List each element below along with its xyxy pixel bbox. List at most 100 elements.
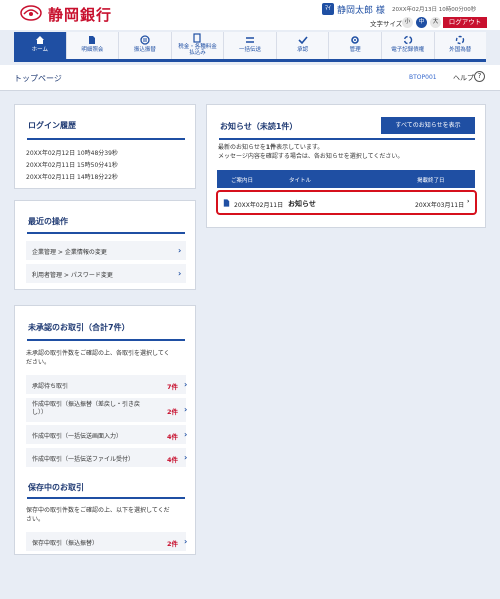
text-size-small-button[interactable]: 小 bbox=[402, 17, 413, 28]
pending-item[interactable]: 作成中取引（一括伝送画面入力） 4件 › bbox=[26, 425, 188, 444]
page-title: トップページ bbox=[14, 74, 62, 83]
nav-transfer[interactable]: 振込振替 bbox=[119, 32, 172, 59]
pending-description-line1: 未承認の取引件数をご確認の上、各取引を選択してく bbox=[26, 350, 170, 357]
chevron-right-icon: › bbox=[184, 380, 188, 389]
pending-item-label: 作成中取引（一括伝送ファイル受付） bbox=[32, 456, 135, 463]
column-header-title: タイトル bbox=[289, 178, 312, 184]
nav-statements[interactable]: 明細照会 bbox=[67, 32, 120, 59]
saved-item[interactable]: 保存中取引（振込振替） 2件 › bbox=[26, 532, 188, 551]
nav-label: 振込振替 bbox=[133, 47, 156, 53]
user-name: 静岡太郎 様 bbox=[337, 6, 385, 16]
nav-admin[interactable]: 管理 bbox=[329, 32, 382, 59]
text-size-large-button[interactable]: 大 bbox=[430, 17, 441, 28]
notices-title: お知らせ（未読1件） bbox=[220, 122, 298, 131]
divider bbox=[27, 138, 185, 140]
chevron-right-icon: › bbox=[178, 246, 182, 255]
pending-item[interactable]: 作成中取引（振込振替（差戻し・引き戻 し）） 2件 › bbox=[26, 398, 188, 422]
document-icon bbox=[89, 36, 96, 44]
login-history-entry: 20XX年02月12日 10時48分39秒 bbox=[26, 150, 118, 157]
text-size-medium-button[interactable]: 中 bbox=[416, 17, 427, 28]
page-header: トップページ BTOP001 ヘルプ ? bbox=[0, 65, 500, 91]
nav-label: 一括伝送 bbox=[239, 47, 262, 53]
saved-description-line2: さい。 bbox=[26, 516, 45, 523]
chevron-right-icon: › bbox=[184, 537, 188, 546]
bank-logo-icon bbox=[20, 5, 42, 21]
pending-transactions-title: 未承認のお取引（合計7件） bbox=[28, 323, 130, 332]
column-header-date: ご案内日 bbox=[231, 178, 254, 184]
text-size-label: 文字サイズ bbox=[370, 20, 403, 28]
nav-label: 外国為替 bbox=[449, 47, 472, 53]
batch-icon bbox=[246, 37, 255, 43]
recent-operation-label: 企業管理 > 企業情報の変更 bbox=[32, 249, 107, 256]
saved-description-line1: 保存中の取引件数をご確認の上、以下を選択してくだ bbox=[26, 507, 170, 514]
document-icon bbox=[223, 199, 230, 207]
help-link[interactable]: ヘルプ bbox=[453, 73, 474, 83]
nav-approve[interactable]: 承認 bbox=[277, 32, 330, 59]
nav-label: 電子記録債権 bbox=[391, 47, 425, 53]
pending-item-label: 承認待ち取引 bbox=[32, 383, 69, 390]
pending-description-line2: ださい。 bbox=[26, 359, 51, 366]
notices-description-line2: メッセージ内容を確認する場合は、各お知らせを選択してください。 bbox=[218, 153, 404, 160]
recent-operation-item[interactable]: 企業管理 > 企業情報の変更 › bbox=[26, 241, 186, 260]
login-history-entry: 20XX年02月11日 15時50分41秒 bbox=[26, 162, 118, 169]
login-history-entry: 20XX年02月11日 14時18分22秒 bbox=[26, 174, 118, 181]
home-icon bbox=[35, 36, 44, 44]
chevron-right-icon: › bbox=[184, 430, 188, 439]
nav-batch[interactable]: 一括伝送 bbox=[224, 32, 277, 59]
tax-icon bbox=[193, 33, 202, 43]
nav-label: 承認 bbox=[297, 47, 309, 53]
notices-description: 最新のお知らせを1件表示しています。 メッセージ内容を確認する場合は、各お知らせ… bbox=[218, 143, 403, 161]
nav-forex[interactable]: 外国為替 bbox=[435, 32, 487, 59]
nav-label: 税金・各種料金 払込み bbox=[172, 44, 224, 56]
nav-label: 明細照会 bbox=[81, 47, 104, 53]
recent-operation-label: 利用者管理 > パスワード変更 bbox=[32, 272, 113, 279]
global-nav: ホーム 明細照会 振込振替 税金・各種料金 払込み 一括伝送 承認 管理 電子記… bbox=[14, 32, 486, 62]
login-history-title: ログイン履歴 bbox=[28, 121, 76, 130]
notices-description-line1: 最新のお知らせを1件表示しています。 bbox=[218, 143, 403, 152]
login-history-panel: ログイン履歴 20XX年02月12日 10時48分39秒 20XX年02月11日… bbox=[14, 104, 196, 189]
help-icon[interactable]: ? bbox=[474, 71, 485, 82]
pending-item-label: 作成中取引（一括伝送画面入力） bbox=[32, 433, 123, 440]
pending-transactions-panel: 未承認のお取引（合計7件） 未承認の取引件数をご確認の上、各取引を選択してく だ… bbox=[14, 305, 196, 555]
nav-tax-payment[interactable]: 税金・各種料金 払込み bbox=[172, 32, 225, 59]
notice-row[interactable]: 20XX年02月11日 お知らせ 20XX年03月11日 › bbox=[216, 190, 477, 215]
recent-operation-item[interactable]: 利用者管理 > パスワード変更 › bbox=[26, 264, 186, 283]
recent-operations-panel: 最近の操作 企業管理 > 企業情報の変更 › 利用者管理 > パスワード変更 › bbox=[14, 200, 196, 290]
chevron-right-icon: › bbox=[467, 198, 470, 205]
notice-end-date: 20XX年03月11日 bbox=[415, 202, 465, 209]
pending-item[interactable]: 作成中取引（一括伝送ファイル受付） 4件 › bbox=[26, 448, 188, 467]
chevron-right-icon: › bbox=[184, 453, 188, 462]
pending-item-count: 4件 bbox=[167, 433, 179, 441]
forex-icon bbox=[456, 35, 465, 45]
column-header-end-date: 掲載終了日 bbox=[417, 178, 445, 184]
pending-item-count: 2件 bbox=[167, 408, 179, 416]
pending-item-count: 7件 bbox=[167, 383, 179, 391]
notice-date: 20XX年02月11日 bbox=[234, 202, 284, 209]
top-header: 静岡銀行 ﾏｲ 静岡太郎 様 20XX年02月13日 10時00分00秒 文字サ… bbox=[0, 0, 500, 30]
nav-label: ホーム bbox=[31, 47, 48, 53]
notices-description-pre: 最新のお知らせを bbox=[218, 144, 266, 151]
last-login-time: 20XX年02月13日 10時00分00秒 bbox=[392, 7, 477, 13]
transfer-icon bbox=[140, 35, 150, 45]
divider bbox=[219, 138, 475, 140]
chevron-right-icon: › bbox=[184, 405, 188, 414]
chevron-right-icon: › bbox=[178, 269, 182, 278]
logout-button[interactable]: ログアウト bbox=[443, 17, 487, 28]
divider bbox=[27, 232, 185, 234]
saved-item-count: 2件 bbox=[167, 540, 179, 548]
nav-electronic-claims[interactable]: 電子記録債権 bbox=[382, 32, 435, 59]
user-type-badge: ﾏｲ bbox=[322, 3, 334, 15]
recent-operations-title: 最近の操作 bbox=[28, 217, 68, 226]
bank-name: 静岡銀行 bbox=[48, 6, 113, 24]
divider bbox=[27, 339, 185, 341]
nav-home[interactable]: ホーム bbox=[14, 32, 67, 59]
pending-item-count: 4件 bbox=[167, 456, 179, 464]
nav-label: 管理 bbox=[349, 47, 361, 53]
pending-item-label: 作成中取引（振込振替（差戻し・引き戻 し）） bbox=[32, 401, 140, 417]
saved-item-label: 保存中取引（振込振替） bbox=[32, 540, 99, 547]
pending-item[interactable]: 承認待ち取引 7件 › bbox=[26, 375, 188, 394]
gear-icon bbox=[351, 36, 359, 44]
screen-id: BTOP001 bbox=[409, 74, 437, 81]
pending-description: 未承認の取引件数をご確認の上、各取引を選択してく ださい。 bbox=[26, 349, 170, 367]
show-all-notices-button[interactable]: すべてのお知らせを表示 bbox=[381, 117, 475, 134]
